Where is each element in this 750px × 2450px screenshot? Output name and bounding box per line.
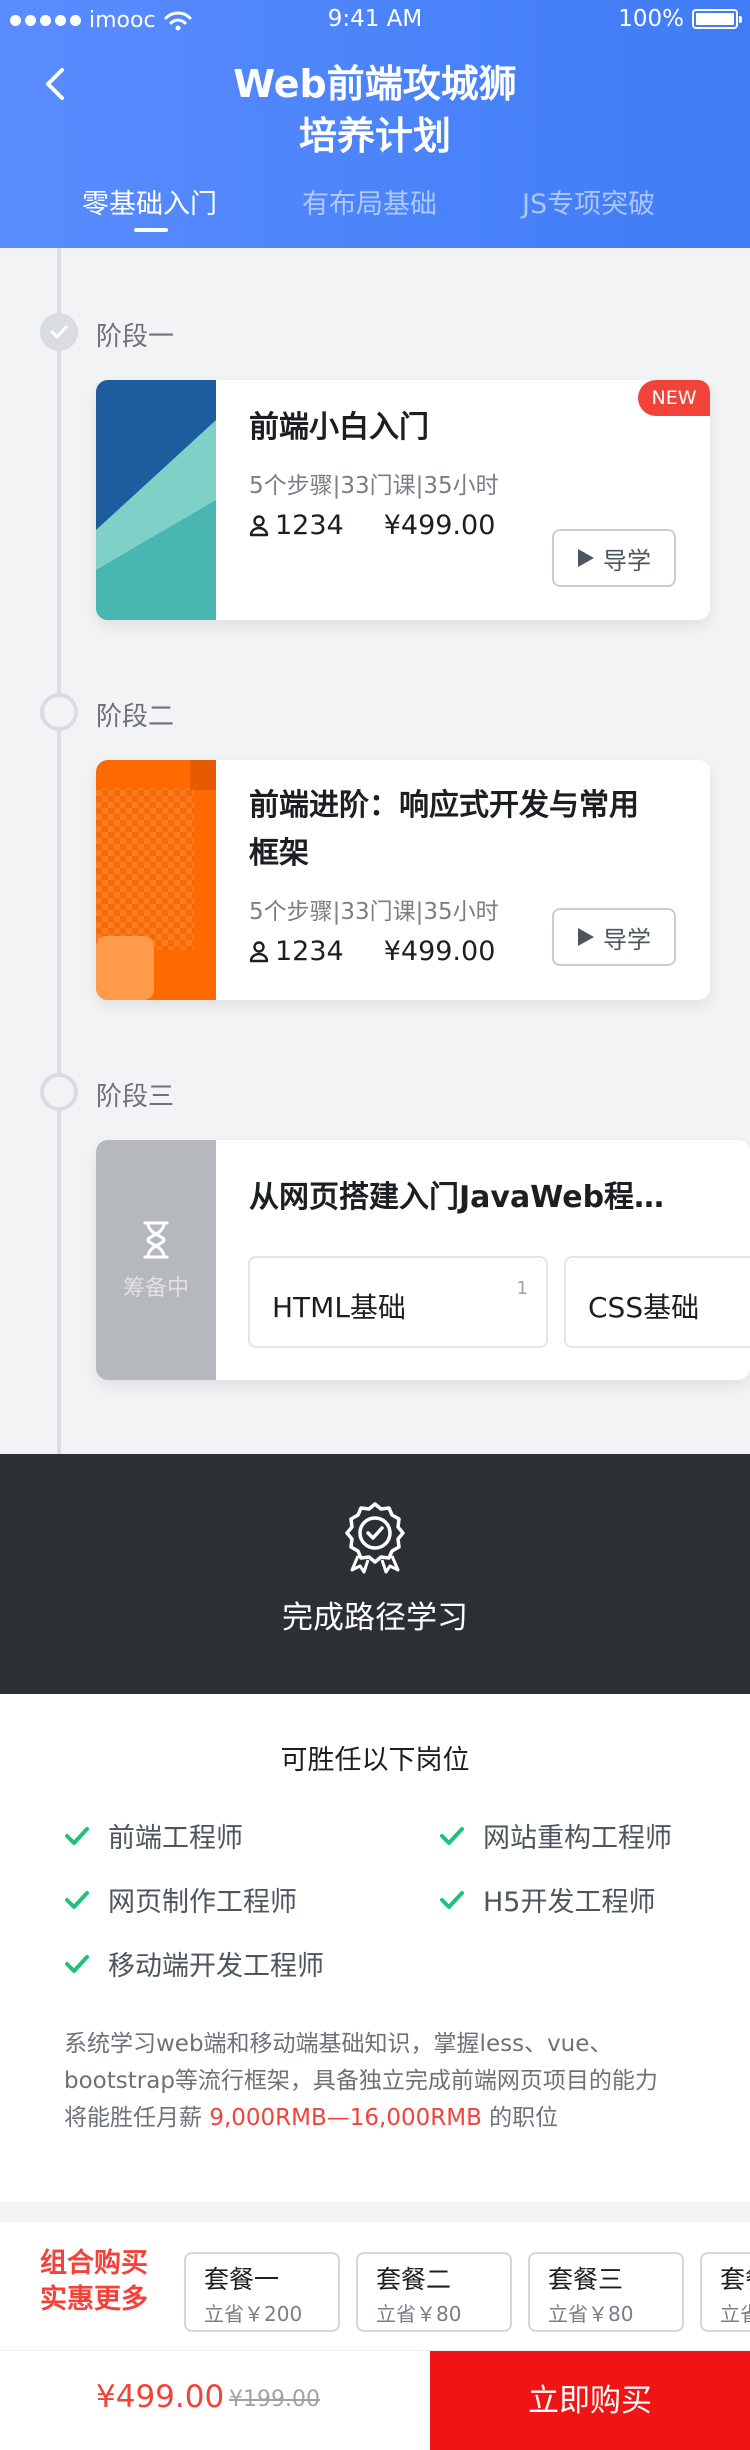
package-option[interactable]: 套餐 立省 xyxy=(700,2252,750,2332)
course-meta: 5个步骤|33门课|35小时 xyxy=(249,473,499,499)
play-icon xyxy=(578,928,594,946)
course-price: ¥499.00 xyxy=(383,510,496,541)
tab-js-special[interactable]: JS专项突破 xyxy=(522,182,655,221)
sub-course-chip[interactable]: HTML基础 1 xyxy=(248,1256,548,1348)
course-meta: 5个步骤|33门课|35小时 xyxy=(249,899,499,925)
job-item: 网站重构工程师 xyxy=(439,1816,672,1855)
cover-status: 筹备中 xyxy=(122,1276,189,1301)
path-description: 系统学习web端和移动端基础知识，掌握less、vue、 bootstrap等流… xyxy=(64,2031,658,2131)
check-icon xyxy=(65,1826,89,1845)
check-icon xyxy=(65,1890,89,1909)
course-title: 前端进阶：响应式开发与常用 框架 xyxy=(249,788,639,871)
chevron-left-icon xyxy=(46,68,64,100)
new-badge: NEW xyxy=(638,380,710,416)
stage-pending-icon xyxy=(40,1073,78,1111)
course-cover-image xyxy=(96,760,216,1000)
purchase-footer: ¥499.00 ¥199.00 立即购买 xyxy=(0,2350,750,2450)
stage-label: 阶段二 xyxy=(96,702,175,732)
user-icon xyxy=(249,940,269,962)
job-item: 前端工程师 xyxy=(64,1816,243,1855)
course-cover-image xyxy=(96,380,216,620)
course-price: ¥499.00 xyxy=(383,936,496,967)
battery-icon xyxy=(692,9,742,29)
status-bar: imooc 9:41 AM 100% xyxy=(0,0,750,40)
course-card[interactable]: 前端小白入门 5个步骤|33门课|35小时 1234 ¥499.00 导学 NE… xyxy=(96,380,710,620)
play-icon xyxy=(578,549,594,567)
combo-bar: 组合购买 实惠更多 套餐一 立省￥200 套餐二 立省￥80 套餐三 立省￥80… xyxy=(0,2222,750,2350)
learner-count: 1234 xyxy=(275,936,344,967)
job-item: 移动端开发工程师 xyxy=(64,1944,324,1983)
check-icon xyxy=(440,1826,464,1845)
page-header: imooc 9:41 AM 100% Web前端攻城狮 培养计划 零基础入门 有… xyxy=(0,0,750,248)
buy-now-button[interactable]: 立即购买 xyxy=(430,2351,750,2450)
timeline-line xyxy=(57,248,61,1454)
user-icon xyxy=(249,514,269,536)
stage-completed-icon xyxy=(40,313,78,351)
banner-notch xyxy=(0,1648,750,1694)
combo-label: 组合购买 实惠更多 xyxy=(40,2248,148,2315)
course-title: 前端小白入门 xyxy=(249,410,429,445)
stage-label: 阶段三 xyxy=(96,1082,175,1112)
tab-layout-basics[interactable]: 有布局基础 xyxy=(302,182,437,221)
stage-pending-icon xyxy=(40,693,78,731)
tab-zero-basics[interactable]: 零基础入门 xyxy=(82,182,217,221)
course-cover-placeholder: 筹备中 xyxy=(96,1140,216,1380)
course-card[interactable]: 筹备中 从网页搭建入门JavaWeb程… HTML基础 1 CSS基础 xyxy=(96,1140,750,1380)
current-price: ¥499.00 xyxy=(96,2379,225,2415)
jobs-title: 可胜任以下岗位 xyxy=(280,1745,470,1776)
package-option[interactable]: 套餐一 立省￥200 xyxy=(184,2252,340,2332)
check-icon xyxy=(65,1954,89,1973)
course-card[interactable]: 前端进阶：响应式开发与常用 框架 5个步骤|33门课|35小时 1234 ¥49… xyxy=(96,760,710,1000)
certificate-icon xyxy=(345,1502,405,1574)
package-option[interactable]: 套餐二 立省￥80 xyxy=(356,2252,512,2332)
job-item: 网页制作工程师 xyxy=(64,1880,297,1919)
guide-button[interactable]: 导学 xyxy=(552,908,676,966)
stage-label: 阶段一 xyxy=(96,322,175,352)
course-stats: 1234 ¥499.00 xyxy=(249,510,495,541)
active-tab-indicator xyxy=(134,228,168,232)
completion-title: 完成路径学习 xyxy=(282,1600,468,1636)
check-icon xyxy=(440,1890,464,1909)
sub-course-chip[interactable]: CSS基础 xyxy=(564,1256,750,1348)
battery-percent: 100% xyxy=(618,6,684,32)
job-item: H5开发工程师 xyxy=(439,1880,655,1919)
original-price: ¥199.00 xyxy=(229,2387,320,2412)
course-title: 从网页搭建入门JavaWeb程… xyxy=(249,1180,665,1215)
back-button[interactable] xyxy=(38,64,74,104)
course-stats: 1234 ¥499.00 xyxy=(249,936,495,967)
learner-count: 1234 xyxy=(275,510,344,541)
path-tabs: 零基础入门 有布局基础 JS专项突破 xyxy=(0,182,750,242)
hourglass-icon xyxy=(143,1221,169,1259)
package-option[interactable]: 套餐三 立省￥80 xyxy=(528,2252,684,2332)
page-title: Web前端攻城狮 培养计划 xyxy=(233,62,517,158)
guide-button[interactable]: 导学 xyxy=(552,529,676,587)
salary-range: 9,000RMB—16,000RMB xyxy=(209,2105,482,2131)
